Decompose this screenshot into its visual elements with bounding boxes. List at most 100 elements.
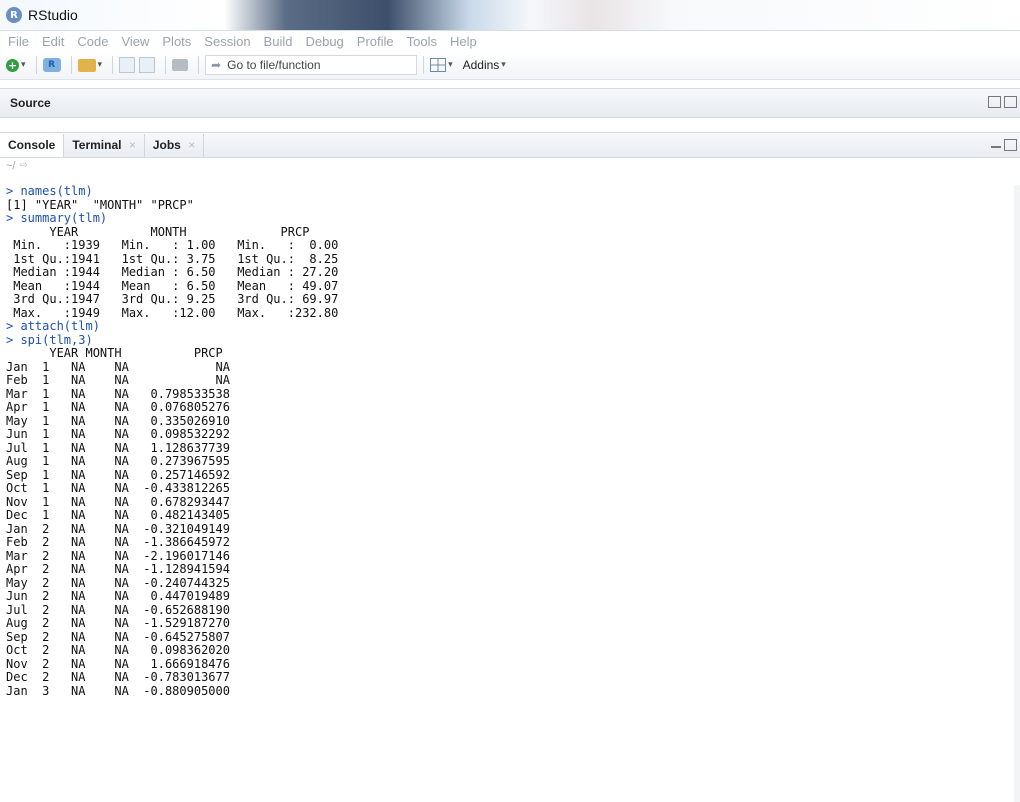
console-output-line: Feb 1 NA NA NA bbox=[6, 373, 230, 387]
console-output-line: Mar 1 NA NA 0.798533538 bbox=[6, 386, 230, 401]
toolbar-divider bbox=[70, 56, 72, 74]
tab-terminal[interactable]: Terminal × bbox=[64, 134, 145, 157]
tab-console[interactable]: Console bbox=[0, 134, 65, 157]
arrow-right-icon: ➦ bbox=[211, 58, 222, 72]
console-output-line: Median :1944 Median : 6.50 Median : 27.2… bbox=[6, 265, 353, 279]
console-output-line: Dec 2 NA NA -0.783013677 bbox=[6, 670, 230, 684]
pane-layout-button[interactable]: ▾ bbox=[430, 55, 453, 75]
console-output-line: Max. :1949 Max. :12.00 Max. :232.80 bbox=[6, 305, 353, 320]
grid-icon bbox=[430, 58, 447, 72]
print-button[interactable] bbox=[172, 55, 189, 75]
console-output-line: Apr 2 NA NA -1.128941594 bbox=[6, 562, 230, 576]
console-input-line: > summary(tlm) bbox=[6, 211, 108, 225]
new-file-button[interactable]: + ▾ bbox=[6, 55, 26, 75]
folder-open-icon bbox=[77, 58, 96, 72]
tab-console-label: Console bbox=[8, 138, 56, 152]
console-output-line: Min. :1939 Min. : 1.00 Min. : 0.00 bbox=[6, 238, 353, 252]
console-output-line: Feb 2 NA NA -1.386645972 bbox=[6, 535, 230, 549]
console-output-line: Jul 1 NA NA 1.128637739 bbox=[6, 440, 230, 455]
chevron-down-icon: ▾ bbox=[501, 60, 506, 70]
working-directory-path: ~/ bbox=[6, 159, 16, 172]
tab-jobs-label: Jobs bbox=[152, 138, 181, 152]
window-title: RStudio bbox=[28, 7, 78, 23]
console-output-line: Dec 1 NA NA 0.482143405 bbox=[6, 508, 230, 522]
addins-button[interactable]: Addins ▾ bbox=[457, 55, 506, 75]
console-output-line: 1st Qu.:1941 1st Qu.: 3.75 1st Qu.: 8.25 bbox=[6, 251, 353, 266]
menu-build[interactable]: Build bbox=[264, 34, 293, 49]
restore-pane-icon[interactable] bbox=[988, 96, 1001, 108]
menu-debug[interactable]: Debug bbox=[305, 34, 343, 49]
toolbar-divider bbox=[112, 56, 114, 74]
main-toolbar: + ▾ R ▾ ➦ Go to file/function ▾ Addins ▾ bbox=[0, 51, 1020, 80]
menu-session[interactable]: Session bbox=[204, 34, 250, 49]
source-pane-title: Source bbox=[10, 96, 51, 110]
plus-circle-icon: + bbox=[6, 58, 19, 72]
toolbar-divider bbox=[165, 56, 167, 74]
menu-view[interactable]: View bbox=[121, 34, 149, 49]
menu-edit[interactable]: Edit bbox=[42, 34, 64, 49]
maximize-pane-icon[interactable] bbox=[1004, 139, 1017, 151]
close-icon[interactable]: × bbox=[129, 138, 136, 152]
menu-code[interactable]: Code bbox=[77, 34, 108, 49]
menu-tools[interactable]: Tools bbox=[407, 34, 437, 49]
title-bar: R RStudio bbox=[0, 0, 1020, 31]
tab-jobs[interactable]: Jobs × bbox=[145, 134, 205, 157]
console-pane-controls bbox=[991, 139, 1020, 151]
print-icon bbox=[172, 59, 189, 71]
chevron-down-icon: ▾ bbox=[97, 60, 103, 70]
rstudio-logo-icon: R bbox=[6, 7, 22, 23]
console-input-line: > attach(tlm) bbox=[6, 319, 100, 333]
toolbar-divider bbox=[198, 56, 200, 74]
menu-bar: File Edit Code View Plots Session Build … bbox=[0, 31, 1020, 51]
console-output-line: Oct 2 NA NA 0.098362020 bbox=[6, 643, 230, 657]
console-scrollbar[interactable] bbox=[1014, 185, 1020, 802]
toolbar-divider bbox=[35, 56, 37, 74]
menu-help[interactable]: Help bbox=[450, 34, 477, 49]
addins-label: Addins bbox=[462, 58, 500, 72]
console-output-line: Mean :1944 Mean : 6.50 Mean : 49.07 bbox=[6, 278, 353, 293]
console-output-line: Aug 1 NA NA 0.273967595 bbox=[6, 454, 230, 468]
source-pane-controls bbox=[988, 96, 1020, 108]
console-output-line: YEAR MONTH PRCP bbox=[6, 346, 223, 360]
goto-file-input[interactable]: ➦ Go to file/function bbox=[205, 55, 418, 75]
console-output[interactable]: > names(tlm) [1] "YEAR" "MONTH" "PRCP" > s… bbox=[0, 185, 1020, 802]
console-output-line: YEAR MONTH PRCP bbox=[6, 224, 361, 239]
console-output-line: Apr 1 NA NA 0.076805276 bbox=[6, 400, 230, 414]
close-icon[interactable]: × bbox=[188, 138, 195, 152]
tab-terminal-label: Terminal bbox=[72, 138, 122, 152]
working-directory-bar: ~/ ⇨ bbox=[0, 158, 1020, 173]
console-output-line: Aug 2 NA NA -1.529187270 bbox=[6, 616, 230, 630]
open-file-button[interactable]: ▾ bbox=[77, 55, 103, 75]
console-input-line: > spi(tlm,3) bbox=[6, 332, 93, 347]
go-to-directory-icon[interactable]: ⇨ bbox=[19, 160, 27, 171]
toolbar-divider bbox=[423, 56, 425, 74]
console-output-line: Oct 1 NA NA -0.433812265 bbox=[6, 481, 230, 495]
console-tab-bar: Console Terminal × Jobs × bbox=[0, 132, 1020, 158]
console-output-line: Jul 2 NA NA -0.652688190 bbox=[6, 602, 230, 617]
console-output-line: Jan 3 NA NA -0.880905000 bbox=[6, 683, 230, 698]
save-all-icon bbox=[139, 57, 156, 73]
goto-placeholder: Go to file/function bbox=[227, 58, 321, 72]
console-output-line: May 2 NA NA -0.240744325 bbox=[6, 575, 230, 590]
console-output-line: Jun 1 NA NA 0.098532292 bbox=[6, 427, 230, 441]
menu-file[interactable]: File bbox=[8, 34, 29, 49]
source-pane-header: Source bbox=[0, 88, 1020, 118]
chevron-down-icon: ▾ bbox=[21, 60, 26, 70]
project-icon: R bbox=[42, 58, 61, 72]
save-button[interactable] bbox=[119, 55, 136, 75]
console-output-line: Jan 2 NA NA -0.321049149 bbox=[6, 521, 230, 536]
menu-plots[interactable]: Plots bbox=[162, 34, 191, 49]
console-output-line: Sep 1 NA NA 0.257146592 bbox=[6, 467, 230, 482]
create-project-button[interactable]: R bbox=[42, 55, 61, 75]
console-output-line: May 1 NA NA 0.335026910 bbox=[6, 413, 230, 428]
console-output-line: Jan 1 NA NA NA bbox=[6, 359, 230, 374]
menu-profile[interactable]: Profile bbox=[357, 34, 394, 49]
rstudio-window: R RStudio File Edit Code View Plots Sess… bbox=[0, 0, 1020, 802]
console-output-line: Nov 1 NA NA 0.678293447 bbox=[6, 494, 230, 509]
save-all-button[interactable] bbox=[139, 55, 156, 75]
console-output-line: Mar 2 NA NA -2.196017146 bbox=[6, 548, 230, 563]
console-output-line: [1] "YEAR" "MONTH" "PRCP" bbox=[6, 197, 194, 212]
console-output-line: 3rd Qu.:1947 3rd Qu.: 9.25 3rd Qu.: 69.9… bbox=[6, 292, 353, 306]
maximize-pane-icon[interactable] bbox=[1004, 96, 1017, 108]
minimize-pane-icon[interactable] bbox=[991, 146, 1001, 148]
